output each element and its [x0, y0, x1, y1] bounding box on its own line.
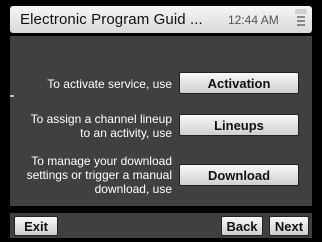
download-button[interactable]: Download: [179, 164, 299, 186]
lineups-label-line: To assign a channel lineup: [30, 112, 172, 126]
content-panel: To activate service, use Activation To a…: [10, 36, 312, 206]
activation-label-text: To activate service, use: [47, 77, 172, 91]
title-bar: Electronic Program Guid ... 12:44 AM: [10, 6, 312, 33]
lineups-label: To assign a channel lineup to an activit…: [20, 112, 172, 140]
activation-button[interactable]: Activation: [179, 72, 299, 94]
menu-line: [297, 24, 305, 26]
download-label-line: To manage your download: [31, 154, 172, 168]
exit-button[interactable]: Exit: [14, 216, 58, 236]
clock: 12:44 AM: [228, 13, 279, 27]
app-screen: Electronic Program Guid ... 12:44 AM To …: [0, 0, 322, 242]
back-button[interactable]: Back: [221, 216, 263, 236]
download-label-line: settings or trigger a manual: [26, 168, 172, 182]
edge-marker: [10, 95, 14, 97]
download-label: To manage your download settings or trig…: [12, 154, 172, 196]
activation-label: To activate service, use: [30, 77, 172, 91]
page-title: Electronic Program Guid ...: [20, 11, 203, 28]
bottom-bar: Exit Back Next: [10, 213, 312, 238]
menu-line: [297, 16, 305, 18]
menu-tab: [295, 9, 307, 14]
lineups-label-line: to an activity, use: [80, 126, 172, 140]
next-button[interactable]: Next: [269, 216, 309, 236]
menu-line: [297, 20, 305, 22]
menu-icon[interactable]: [292, 9, 310, 29]
download-label-line: download, use: [94, 182, 172, 196]
lineups-button[interactable]: Lineups: [179, 114, 299, 136]
